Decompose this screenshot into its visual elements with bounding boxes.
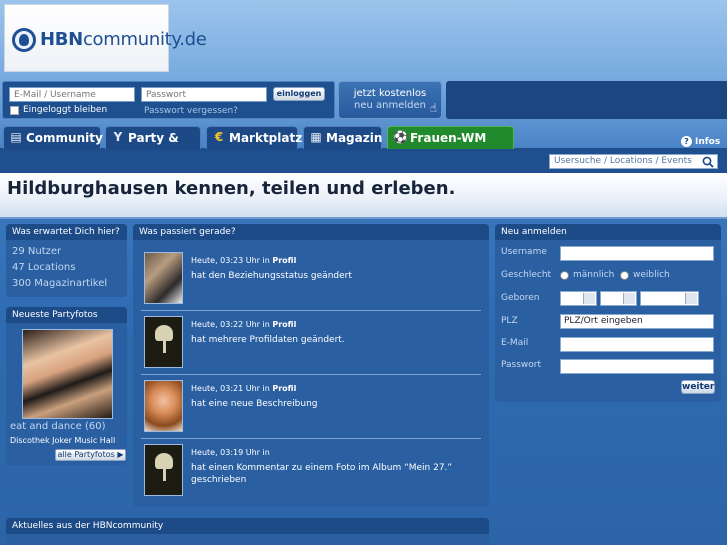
activity-meta: Heute, 03:23 Uhr in Profil bbox=[191, 256, 297, 265]
main-navigation: ▤ Community Y Party & Fun € Marktplatz ▦… bbox=[0, 126, 727, 167]
activity-text: hat einen Kommentar zu einem Foto im Alb… bbox=[191, 463, 453, 485]
expect-panel: Was erwartet Dich hier? 29 Nutzer 47 Loc… bbox=[6, 224, 127, 297]
tab-magazin[interactable]: ▦ Magazin bbox=[303, 126, 382, 149]
register-title: Neu anmelden bbox=[495, 224, 721, 240]
email-field[interactable] bbox=[560, 337, 714, 352]
arrow-right-icon: ▶ bbox=[117, 450, 124, 459]
birthdate-label: Geboren bbox=[501, 293, 540, 303]
register-panel: Neu anmelden Username Geschlecht männlic… bbox=[495, 224, 721, 402]
header-strip bbox=[446, 81, 727, 119]
search-input[interactable]: Usersuche / Locations / Events bbox=[549, 154, 718, 169]
hero-banner: Hildburghausen kennen, teilen und erlebe… bbox=[0, 173, 727, 219]
birth-month-select[interactable] bbox=[600, 291, 637, 306]
tab-community[interactable]: ▤ Community bbox=[3, 126, 103, 149]
expect-panel-title: Was erwartet Dich hier? bbox=[6, 224, 127, 240]
site-logo[interactable]: HBNcommunity.de bbox=[4, 4, 207, 72]
register-line1: jetzt kostenlos bbox=[353, 88, 427, 99]
logo-text: HBNcommunity.de bbox=[40, 29, 207, 50]
username-field[interactable] bbox=[560, 246, 714, 261]
gender-male-radio[interactable]: männlich bbox=[560, 270, 614, 280]
infos-link[interactable]: ? Infos bbox=[681, 136, 720, 147]
hand-pointer-icon: ☝ bbox=[429, 101, 437, 115]
profile-link[interactable]: Profil bbox=[272, 256, 296, 265]
party-photos-panel: Neueste Partyfotos eat and dance (60) Di… bbox=[6, 307, 127, 465]
activity-text: hat den Beziehungsstatus geändert bbox=[191, 271, 352, 281]
register-button[interactable]: jetzt kostenlos neu anmelden ☝ bbox=[338, 81, 442, 119]
cocktail-icon: Y bbox=[113, 130, 123, 144]
gender-female-label: weiblich bbox=[633, 270, 670, 280]
radio-icon[interactable] bbox=[620, 270, 629, 280]
stat-users[interactable]: 29 Nutzer bbox=[6, 244, 127, 260]
page-title: Hildburghausen kennen, teilen und erlebe… bbox=[7, 178, 456, 199]
radio-icon[interactable] bbox=[560, 270, 569, 280]
all-photos-label: alle Partyfotos bbox=[57, 450, 115, 459]
user-avatar[interactable] bbox=[144, 444, 183, 496]
tab-party-fun[interactable]: Y Party & Fun bbox=[105, 126, 201, 167]
profile-link[interactable]: Profil bbox=[272, 384, 296, 393]
register-line2: neu anmelden bbox=[354, 100, 426, 111]
gender-label: Geschlecht bbox=[501, 270, 552, 280]
info-icon: ? bbox=[681, 136, 692, 147]
divider bbox=[141, 374, 481, 375]
username-label: Username bbox=[501, 247, 547, 257]
zip-label: PLZ bbox=[501, 316, 518, 326]
news-title: Aktuelles aus der HBNcommunity bbox=[6, 518, 489, 534]
all-photos-button[interactable]: alle Partyfotos ▶ bbox=[55, 449, 126, 461]
birth-day-select[interactable] bbox=[560, 291, 597, 306]
stat-articles[interactable]: 300 Magazinartikel bbox=[6, 276, 127, 292]
activity-meta: Heute, 03:21 Uhr in Profil bbox=[191, 384, 297, 393]
activity-meta: Heute, 03:19 Uhr in bbox=[191, 448, 270, 457]
news-panel: Aktuelles aus der HBNcommunity bbox=[6, 518, 489, 545]
forgot-password-link[interactable]: Passwort vergessen? bbox=[144, 106, 238, 116]
login-bar: einloggen Eingeloggt bleiben Passwort ve… bbox=[2, 81, 335, 119]
profile-link[interactable]: Profil bbox=[272, 320, 296, 329]
party-photos-title: Neueste Partyfotos bbox=[6, 307, 127, 323]
email-username-input[interactable] bbox=[9, 87, 135, 102]
stat-locations[interactable]: 47 Locations bbox=[6, 260, 127, 276]
activity-title: Was passiert gerade? bbox=[133, 224, 489, 240]
next-button[interactable]: weiter bbox=[681, 380, 715, 394]
tab-frauen-wm[interactable]: ⚽ Frauen-WM 2011 bbox=[387, 126, 514, 167]
divider bbox=[141, 438, 481, 439]
euro-icon: € bbox=[214, 130, 224, 144]
photo-album-link[interactable]: eat and dance (60) bbox=[10, 421, 106, 432]
password-field[interactable] bbox=[560, 359, 714, 374]
party-photo[interactable] bbox=[22, 329, 113, 419]
tab-label: Marktplatz bbox=[229, 131, 303, 145]
password-label: Passwort bbox=[501, 360, 542, 370]
activity-panel: Was passiert gerade? Heute, 03:23 Uhr in… bbox=[133, 224, 489, 507]
infos-label: Infos bbox=[695, 136, 721, 147]
checkbox-icon[interactable] bbox=[10, 105, 19, 115]
gender-female-radio[interactable]: weiblich bbox=[620, 270, 670, 280]
tab-marktplatz[interactable]: € Marktplatz bbox=[206, 126, 302, 149]
logo-head-icon bbox=[12, 28, 36, 52]
tab-label: Magazin bbox=[326, 131, 383, 145]
stay-logged-in-checkbox[interactable]: Eingeloggt bleiben bbox=[10, 105, 107, 115]
login-button[interactable]: einloggen bbox=[273, 87, 325, 101]
user-avatar[interactable] bbox=[144, 380, 183, 432]
activity-text: hat eine neue Beschreibung bbox=[191, 399, 318, 409]
stay-logged-in-label: Eingeloggt bleiben bbox=[23, 105, 108, 115]
activity-item: Heute, 03:19 Uhr in hat einen Kommentar … bbox=[141, 440, 481, 500]
soccer-ball-icon: ⚽ bbox=[393, 130, 408, 144]
user-avatar[interactable] bbox=[144, 316, 183, 368]
activity-meta: Heute, 03:22 Uhr in Profil bbox=[191, 320, 297, 329]
birth-year-select[interactable] bbox=[640, 291, 699, 306]
user-avatar[interactable] bbox=[144, 252, 183, 304]
tab-label: Community bbox=[26, 131, 103, 145]
photo-location[interactable]: Discothek Joker Music Hall bbox=[10, 436, 115, 445]
divider bbox=[141, 310, 481, 311]
newspaper-icon: ▦ bbox=[310, 130, 322, 144]
password-input[interactable] bbox=[141, 87, 267, 102]
email-label: E-Mail bbox=[501, 338, 529, 348]
gender-male-label: männlich bbox=[573, 270, 615, 280]
community-icon: ▤ bbox=[10, 130, 22, 144]
activity-item: Heute, 03:23 Uhr in Profil hat den Bezie… bbox=[141, 248, 481, 311]
activity-text: hat mehrere Profildaten geändert. bbox=[191, 335, 345, 345]
activity-item: Heute, 03:22 Uhr in Profil hat mehrere P… bbox=[141, 312, 481, 375]
activity-item: Heute, 03:21 Uhr in Profil hat eine neue… bbox=[141, 376, 481, 439]
zip-field[interactable]: PLZ/Ort eingeben bbox=[560, 314, 714, 329]
search-icon[interactable] bbox=[702, 156, 714, 168]
